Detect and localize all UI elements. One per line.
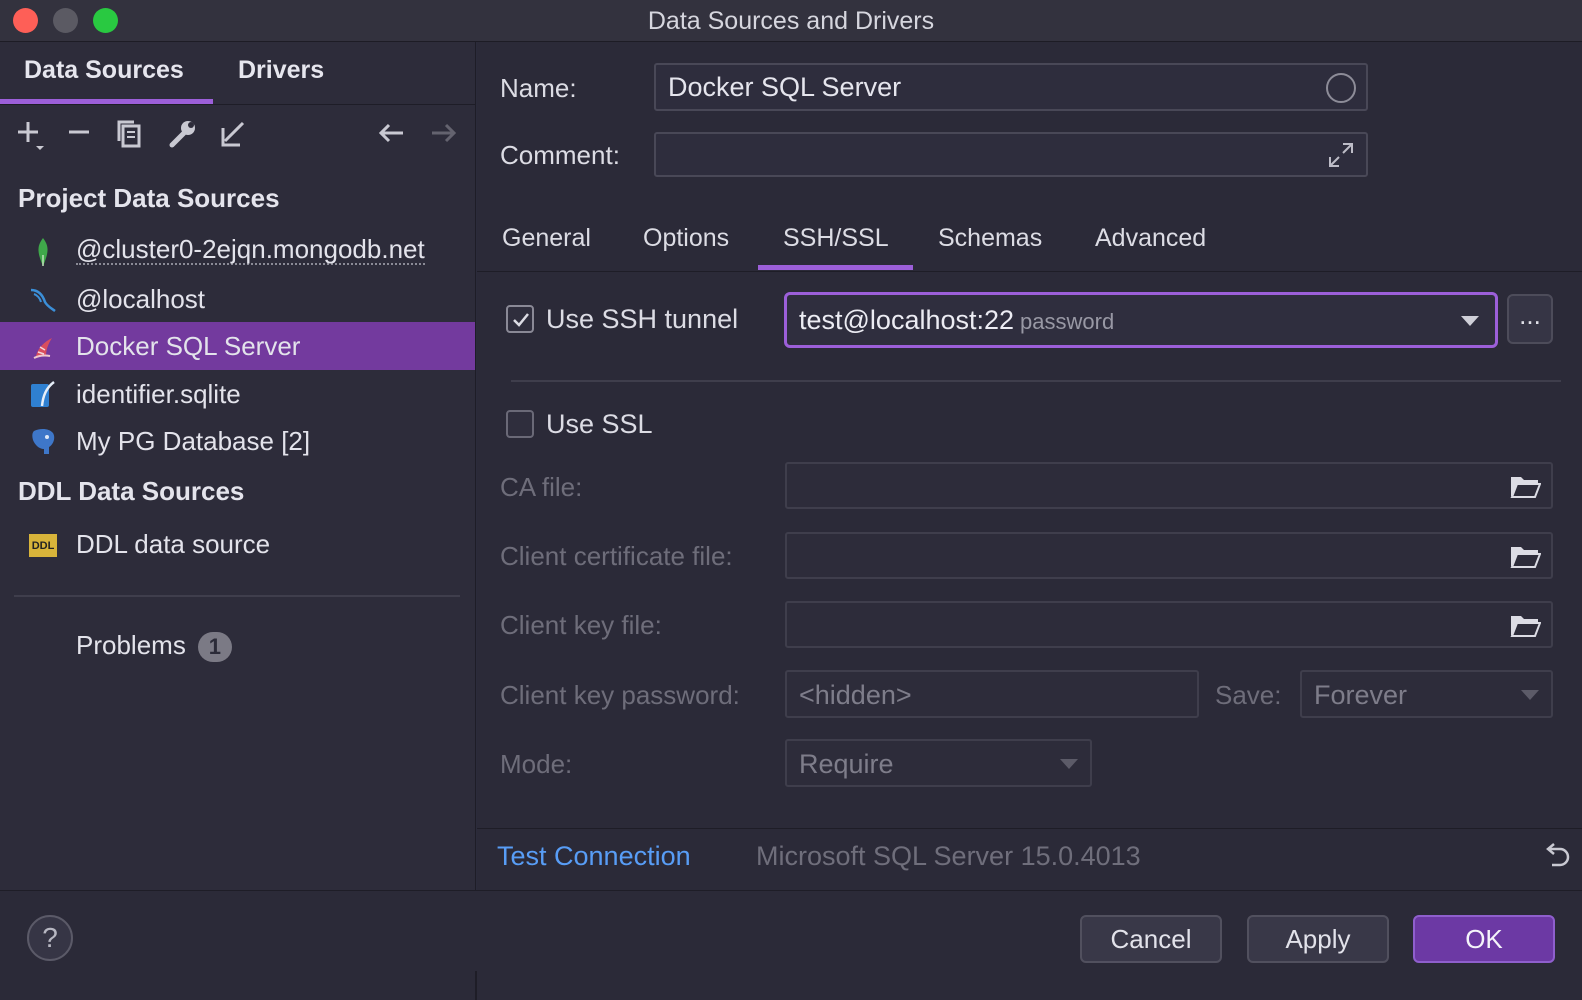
wrench-icon[interactable]: [164, 116, 200, 152]
project-data-sources-heading: Project Data Sources: [18, 183, 280, 213]
ssh-configurations-button[interactable]: ...: [1507, 294, 1553, 344]
client-certificate-label: Client certificate file:: [500, 541, 733, 571]
active-tab-indicator: [758, 265, 913, 270]
client-key-password-field[interactable]: <hidden>: [785, 670, 1199, 718]
mode-select[interactable]: Require: [785, 739, 1092, 787]
save-value: Forever: [1314, 680, 1408, 710]
data-source-label: @localhost: [76, 284, 206, 314]
dialog-footer: ? Cancel Apply OK: [0, 890, 1582, 1000]
folder-icon[interactable]: [1509, 473, 1542, 499]
ddl-data-sources-heading: DDL Data Sources: [18, 476, 245, 506]
tab-data-sources[interactable]: Data Sources: [24, 56, 184, 85]
duplicate-icon[interactable]: [112, 116, 148, 152]
ddl-icon: DDL: [28, 532, 58, 562]
data-sources-panel: Data Sources Drivers Project Data Source…: [0, 42, 476, 890]
sqlite-icon: [28, 380, 58, 410]
forward-arrow-icon[interactable]: [426, 116, 462, 152]
folder-icon[interactable]: [1509, 612, 1542, 638]
postgresql-icon: [28, 427, 58, 457]
server-version-text: Microsoft SQL Server 15.0.4013: [756, 841, 1141, 871]
data-source-item-ddl[interactable]: DDL DDL data source: [0, 520, 475, 568]
mysql-icon: [28, 285, 58, 315]
ca-file-label: CA file:: [500, 472, 583, 502]
save-label: Save:: [1215, 680, 1282, 710]
data-source-item-postgresql[interactable]: My PG Database [2]: [0, 417, 475, 465]
remove-icon[interactable]: [62, 116, 98, 152]
mongodb-icon: [28, 237, 58, 267]
data-source-label: My PG Database [2]: [76, 426, 311, 456]
name-value: Docker SQL Server: [668, 72, 902, 102]
ca-file-field[interactable]: [785, 462, 1553, 509]
import-icon[interactable]: [215, 116, 251, 152]
tab-advanced[interactable]: Advanced: [1095, 224, 1206, 253]
name-label: Name:: [500, 73, 577, 103]
mode-value: Require: [799, 749, 894, 779]
use-ssl-label: Use SSL: [546, 409, 653, 439]
comment-field[interactable]: [654, 132, 1368, 177]
tab-options[interactable]: Options: [643, 224, 729, 253]
status-bar: Test Connection Microsoft SQL Server 15.…: [477, 828, 1582, 890]
add-icon[interactable]: [12, 116, 48, 152]
chevron-down-icon: [1461, 316, 1479, 326]
ssh-config-value: test@localhost:22: [799, 305, 1015, 335]
data-source-item-mongodb[interactable]: @cluster0-2ejqn.mongodb.net: [0, 227, 475, 275]
revert-icon[interactable]: [1540, 841, 1572, 873]
color-circle-icon[interactable]: [1326, 73, 1356, 103]
problems-count-badge: 1: [197, 632, 232, 663]
client-key-password-label: Client key password:: [500, 680, 740, 710]
use-ssl-checkbox[interactable]: [506, 410, 534, 438]
tab-ssh-ssl[interactable]: SSH/SSL: [783, 224, 889, 253]
data-source-item-mysql[interactable]: @localhost: [0, 275, 475, 323]
ok-button[interactable]: OK: [1413, 915, 1555, 963]
data-source-settings: Name: Docker SQL Server Comment: General…: [477, 42, 1582, 890]
ddl-icon-text: DDL: [32, 540, 55, 552]
test-connection-link[interactable]: Test Connection: [497, 841, 691, 872]
client-key-label: Client key file:: [500, 610, 662, 640]
footer-divider: [475, 971, 477, 1000]
back-arrow-icon[interactable]: [373, 116, 409, 152]
data-source-item-sqlite[interactable]: identifier.sqlite: [0, 370, 475, 418]
help-button[interactable]: ?: [27, 915, 73, 961]
data-source-label: Docker SQL Server: [76, 331, 301, 361]
use-ssh-tunnel-checkbox[interactable]: [506, 305, 534, 333]
ssh-configuration-select[interactable]: test@localhost:22 password: [784, 292, 1498, 348]
problems-link[interactable]: Problems 1: [76, 630, 232, 663]
name-field[interactable]: Docker SQL Server: [654, 63, 1368, 111]
chevron-down-icon: [1060, 759, 1078, 769]
use-ssh-tunnel-label: Use SSH tunnel: [546, 304, 739, 334]
tab-drivers[interactable]: Drivers: [238, 56, 324, 85]
mode-label: Mode:: [500, 749, 573, 779]
sql-server-icon: [28, 332, 58, 362]
client-key-password-value: <hidden>: [799, 680, 912, 710]
ssh-ssl-divider: [511, 380, 1561, 382]
left-tabs: Data Sources Drivers: [0, 42, 475, 105]
chevron-down-icon: [1521, 690, 1539, 700]
folder-icon[interactable]: [1509, 543, 1542, 569]
expand-icon[interactable]: [1326, 140, 1356, 170]
ssh-auth-type: password: [1020, 309, 1115, 334]
client-certificate-field[interactable]: [785, 532, 1553, 579]
problems-label: Problems: [76, 630, 186, 660]
comment-label: Comment:: [500, 140, 620, 170]
left-toolbar: [0, 106, 475, 164]
cancel-button[interactable]: Cancel: [1080, 915, 1222, 963]
tab-general[interactable]: General: [502, 224, 591, 253]
left-divider: [14, 595, 460, 597]
data-source-label: @cluster0-2ejqn.mongodb.net: [76, 234, 425, 265]
active-tab-indicator: [0, 99, 213, 104]
data-source-item-sql-server[interactable]: Docker SQL Server: [0, 322, 475, 370]
save-select[interactable]: Forever: [1300, 670, 1553, 718]
data-source-label: DDL data source: [76, 529, 271, 559]
settings-tabs: General Options SSH/SSL Schemas Advanced: [477, 212, 1582, 272]
tab-schemas[interactable]: Schemas: [938, 224, 1042, 253]
data-source-label: identifier.sqlite: [76, 379, 241, 409]
title-bar: Data Sources and Drivers: [0, 0, 1582, 42]
apply-button[interactable]: Apply: [1247, 915, 1389, 963]
client-key-field[interactable]: [785, 601, 1553, 648]
window-title: Data Sources and Drivers: [647, 7, 935, 35]
